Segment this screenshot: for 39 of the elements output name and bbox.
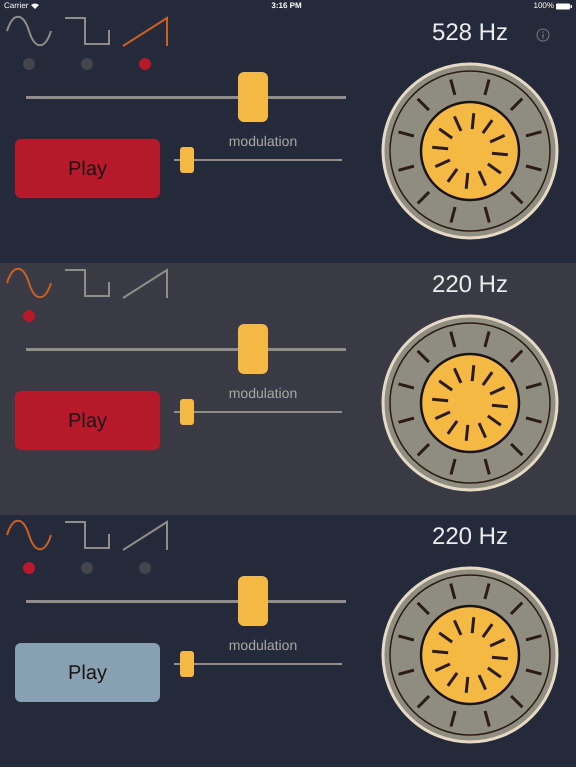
sine-wave-icon[interactable] xyxy=(5,14,53,48)
frequency-slider[interactable] xyxy=(26,576,346,626)
frequency-slider[interactable] xyxy=(26,72,346,122)
square-wave-icon[interactable] xyxy=(63,518,111,552)
modulation-slider[interactable] xyxy=(174,399,342,425)
info-icon[interactable] xyxy=(536,28,550,42)
frequency-readout: 220 Hz xyxy=(432,270,508,300)
sawtooth-wave-icon[interactable] xyxy=(121,14,169,48)
frequency-slider[interactable] xyxy=(26,324,346,374)
play-button[interactable]: Play xyxy=(15,643,160,702)
sawtooth-wave-icon[interactable] xyxy=(121,518,169,552)
modulation-label: modulation xyxy=(228,636,298,655)
slider-thumb[interactable] xyxy=(238,324,268,374)
play-button[interactable]: Play xyxy=(15,139,160,198)
slider-thumb[interactable] xyxy=(180,147,194,173)
modulation-label: modulation xyxy=(228,384,298,403)
battery-icon xyxy=(556,2,572,10)
slider-thumb[interactable] xyxy=(180,651,194,677)
square-wave-icon[interactable] xyxy=(63,266,111,300)
frequency-readout: 220 Hz xyxy=(432,522,508,552)
battery-percentage: 100% xyxy=(534,0,554,12)
frequency-knob[interactable] xyxy=(380,565,560,745)
slider-thumb[interactable] xyxy=(238,72,268,122)
frequency-knob[interactable] xyxy=(380,313,560,493)
square-wave-icon[interactable] xyxy=(63,14,111,48)
modulation-slider[interactable] xyxy=(174,651,342,677)
sine-wave-icon[interactable] xyxy=(5,518,53,552)
clock: 3:16 PM xyxy=(271,0,302,12)
carrier-name: Carrier xyxy=(4,0,28,12)
slider-thumb[interactable] xyxy=(238,576,268,626)
sawtooth-wave-icon[interactable] xyxy=(121,266,169,300)
sine-wave-icon[interactable] xyxy=(5,266,53,300)
play-button[interactable]: Play xyxy=(15,391,160,450)
wifi-icon xyxy=(31,3,40,9)
modulation-slider[interactable] xyxy=(174,147,342,173)
modulation-label: modulation xyxy=(228,132,298,151)
frequency-readout: 528 Hz xyxy=(432,18,508,48)
slider-thumb[interactable] xyxy=(180,399,194,425)
frequency-knob[interactable] xyxy=(380,61,560,241)
